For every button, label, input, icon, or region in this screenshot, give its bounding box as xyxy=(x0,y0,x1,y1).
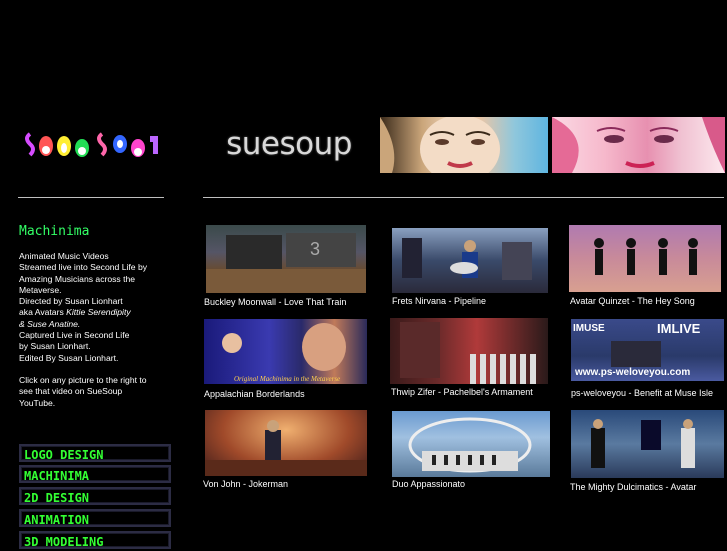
nav-logo-design[interactable]: LOGO DESIGN xyxy=(19,444,171,462)
banner-title-panel: suesoup xyxy=(204,115,374,173)
banner-face-image-1 xyxy=(380,117,548,173)
video-caption[interactable]: ps-weloveyou - Benefit at Muse Isle xyxy=(571,388,713,398)
thumb-overlay-text: Original Machinima in the Metaverse xyxy=(234,375,340,383)
suesoup-logo[interactable] xyxy=(24,126,164,164)
thumb-overlay-text: www.ps-weloveyou.com xyxy=(574,367,690,378)
section-title: Machinima xyxy=(19,224,90,239)
video-thumbnail[interactable] xyxy=(205,410,367,476)
video-caption[interactable]: Frets Nirvana - Pipeline xyxy=(392,296,486,306)
video-thumbnail[interactable]: Original Machinima in the Metaverse xyxy=(204,319,367,384)
nav-3d-modeling[interactable]: 3D MODELING xyxy=(19,531,171,549)
video-thumbnail[interactable] xyxy=(392,411,550,477)
banner-title: suesoup xyxy=(226,126,352,162)
section-description: Animated Music Videos Streamed live into… xyxy=(19,251,148,408)
video-caption[interactable]: Thwip Zifer - Pachelbel's Armament xyxy=(391,387,533,397)
video-thumbnail[interactable] xyxy=(390,318,548,384)
video-caption[interactable]: Von John - Jokerman xyxy=(203,479,288,489)
content-divider xyxy=(203,197,724,198)
thumb-overlay-text: IMLIVE xyxy=(657,321,701,336)
nav-machinima[interactable]: MACHINIMA xyxy=(19,465,171,483)
thumb-overlay-text: IMUSE xyxy=(573,323,605,334)
video-thumbnail[interactable] xyxy=(571,410,724,478)
video-thumbnail[interactable]: 3 xyxy=(206,225,366,293)
banner-face-image-2 xyxy=(552,117,725,173)
logo-letters xyxy=(25,132,158,157)
video-thumbnail[interactable] xyxy=(392,228,548,293)
nav-2d-design[interactable]: 2D DESIGN xyxy=(19,487,171,505)
video-caption[interactable]: Avatar Quinzet - The Hey Song xyxy=(570,296,695,306)
video-caption[interactable]: Appalachian Borderlands xyxy=(204,389,305,399)
nav-animation[interactable]: ANIMATION xyxy=(19,509,171,527)
video-caption[interactable]: Duo Appassionato xyxy=(392,479,465,489)
video-thumbnail[interactable]: IMUSE IMLIVE www.ps-weloveyou.com xyxy=(571,319,724,381)
video-thumbnail[interactable] xyxy=(569,225,721,292)
sidebar-divider xyxy=(18,197,164,198)
video-caption[interactable]: Buckley Moonwall - Love That Train xyxy=(204,297,346,307)
video-caption[interactable]: The Mighty Dulcimatics - Avatar xyxy=(570,482,696,492)
svg-text:3: 3 xyxy=(310,239,320,259)
